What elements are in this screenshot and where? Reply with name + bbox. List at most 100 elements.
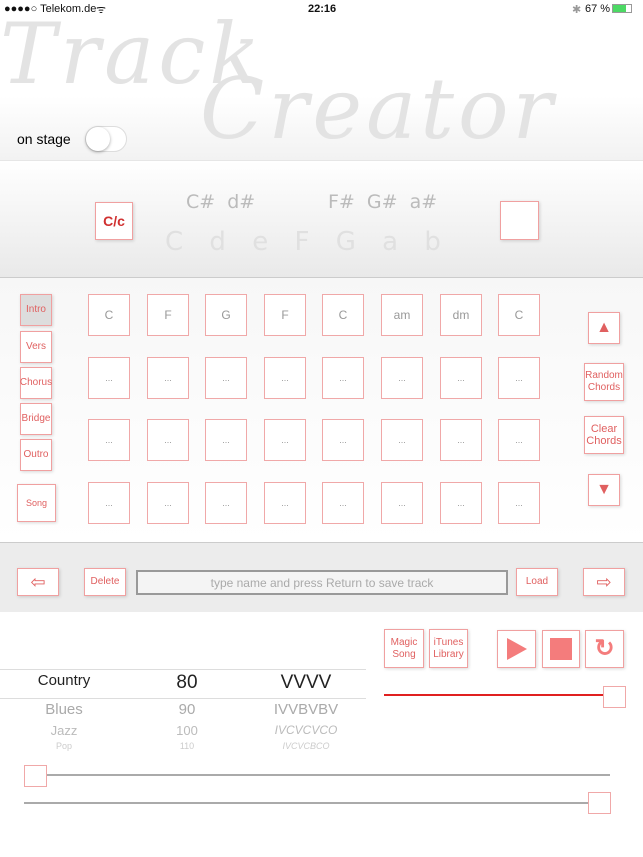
clear-chords-button[interactable]: Clear Chords <box>584 416 624 454</box>
pattern[interactable]: VVVV <box>246 672 366 698</box>
prev-track-button[interactable]: ⇦ <box>17 568 59 596</box>
chord-cell[interactable]: F <box>264 294 306 336</box>
delete-button[interactable]: Delete <box>84 568 126 596</box>
chord-cell[interactable]: ... <box>381 419 423 461</box>
key-natural[interactable]: b <box>424 227 441 257</box>
down-button[interactable]: ▼ <box>588 474 620 506</box>
pattern[interactable]: IVCVCVCO <box>246 723 366 741</box>
volume-slider-track[interactable] <box>384 694 614 696</box>
key-natural[interactable]: G <box>336 227 356 257</box>
magic-song-button[interactable]: Magic Song <box>384 629 424 668</box>
chord-cell[interactable]: ... <box>205 357 247 399</box>
stop-icon <box>550 638 572 660</box>
itunes-library-button[interactable]: iTunes Library <box>429 629 468 668</box>
chord-cell[interactable]: G <box>205 294 247 336</box>
genre[interactable]: Jazz <box>0 723 128 741</box>
track-bar: ⇦ Delete type name and press Return to s… <box>0 542 643 612</box>
chord-cell[interactable]: C <box>322 294 364 336</box>
tempo[interactable]: 110 <box>128 741 246 751</box>
key-natural[interactable]: a <box>382 227 398 257</box>
on-stage-toggle[interactable] <box>85 126 127 152</box>
slider-2-thumb[interactable] <box>588 792 611 814</box>
tempo[interactable]: 100 <box>128 723 246 741</box>
key-natural[interactable]: C <box>165 227 183 257</box>
pattern[interactable]: IVCVCBCO <box>246 741 366 751</box>
picker-row[interactable]: Pop 110 IVCVCBCO <box>0 741 366 751</box>
chord-cell[interactable]: ... <box>147 419 189 461</box>
chord-cell[interactable]: ... <box>264 357 306 399</box>
key-natural[interactable]: d <box>209 227 226 257</box>
genre[interactable]: Country <box>0 672 128 698</box>
track-name-input[interactable]: type name and press Return to save track <box>136 570 508 595</box>
picker-row[interactable]: Blues 90 IVVBVBV <box>0 701 366 723</box>
load-button[interactable]: Load <box>516 568 558 596</box>
chord-cell[interactable]: ... <box>322 357 364 399</box>
tempo[interactable]: 80 <box>128 672 246 698</box>
play-icon <box>506 638 527 660</box>
section-chorus[interactable]: Chorus <box>20 367 52 399</box>
next-track-button[interactable]: ⇨ <box>583 568 625 596</box>
carrier: ●●●●○ Telekom.de <box>4 3 97 15</box>
tempo[interactable]: 90 <box>128 701 246 723</box>
chord-cell[interactable]: ... <box>498 419 540 461</box>
key-sharp[interactable]: F# <box>328 191 355 213</box>
chord-cell[interactable]: ... <box>264 482 306 524</box>
chord-cell[interactable]: C <box>498 294 540 336</box>
key-natural[interactable]: F <box>294 227 309 257</box>
chord-cell[interactable]: ... <box>440 357 482 399</box>
slider-1-thumb[interactable] <box>24 765 47 787</box>
chord-cell[interactable]: ... <box>322 419 364 461</box>
chord-cell[interactable]: ... <box>88 419 130 461</box>
section-vers[interactable]: Vers <box>20 331 52 363</box>
picker-divider <box>0 669 366 670</box>
random-chords-button[interactable]: Random Chords <box>584 363 624 401</box>
sharps-left: C# d# <box>186 191 255 213</box>
chord-cell[interactable]: ... <box>381 482 423 524</box>
genre[interactable]: Blues <box>0 701 128 723</box>
chord-cell[interactable]: am <box>381 294 423 336</box>
blank-button[interactable] <box>500 201 539 240</box>
chord-cell[interactable]: ... <box>264 419 306 461</box>
stop-button[interactable] <box>542 630 580 668</box>
chord-cell[interactable]: ... <box>498 482 540 524</box>
section-outro[interactable]: Outro <box>20 439 52 471</box>
chord-cell[interactable]: dm <box>440 294 482 336</box>
slider-1-track[interactable] <box>24 774 610 776</box>
play-button[interactable] <box>497 630 536 668</box>
chord-cell[interactable]: ... <box>88 357 130 399</box>
chord-cell[interactable]: F <box>147 294 189 336</box>
chord-cell[interactable]: ... <box>322 482 364 524</box>
status-bar: ●●●●○ Telekom.de ᯤ 22:16 ✱ 67 % <box>0 0 643 18</box>
chord-cell[interactable]: C <box>88 294 130 336</box>
chord-cell[interactable]: ... <box>147 482 189 524</box>
chord-cell[interactable]: ... <box>88 482 130 524</box>
chord-cell[interactable]: ... <box>205 482 247 524</box>
style-picker[interactable]: Country 80 VVVV Blues 90 IVVBVBV Jazz 100 IVCV… <box>0 672 366 751</box>
header: Track Creator on stage <box>0 0 643 160</box>
key-mode-button[interactable]: C/c <box>95 202 133 240</box>
key-sharp[interactable]: C# <box>186 191 215 213</box>
key-sharp[interactable]: a# <box>410 191 438 213</box>
chord-cell[interactable]: ... <box>381 357 423 399</box>
section-intro[interactable]: Intro <box>20 294 52 326</box>
repeat-icon: ↻ <box>594 635 615 662</box>
chord-cell[interactable]: ... <box>498 357 540 399</box>
key-sharp[interactable]: d# <box>227 191 255 213</box>
chord-cell[interactable]: ... <box>440 419 482 461</box>
pattern[interactable]: IVVBVBV <box>246 701 366 723</box>
key-natural[interactable]: e <box>252 227 268 257</box>
picker-row[interactable]: Jazz 100 IVCVCVCO <box>0 723 366 741</box>
repeat-button[interactable]: ↻ <box>585 630 624 668</box>
key-sharp[interactable]: G# <box>367 191 398 213</box>
battery-text: 67 % <box>585 3 611 15</box>
chord-cell[interactable]: ... <box>205 419 247 461</box>
section-song[interactable]: Song <box>17 484 56 522</box>
chord-cell[interactable]: ... <box>147 357 189 399</box>
chord-cell[interactable]: ... <box>440 482 482 524</box>
volume-slider-thumb[interactable] <box>603 686 626 708</box>
genre[interactable]: Pop <box>0 741 128 751</box>
picker-row-selected[interactable]: Country 80 VVVV <box>0 672 366 698</box>
section-bridge[interactable]: Bridge <box>20 403 52 435</box>
up-button[interactable]: ▲ <box>588 312 620 344</box>
slider-2-track[interactable] <box>24 802 610 804</box>
